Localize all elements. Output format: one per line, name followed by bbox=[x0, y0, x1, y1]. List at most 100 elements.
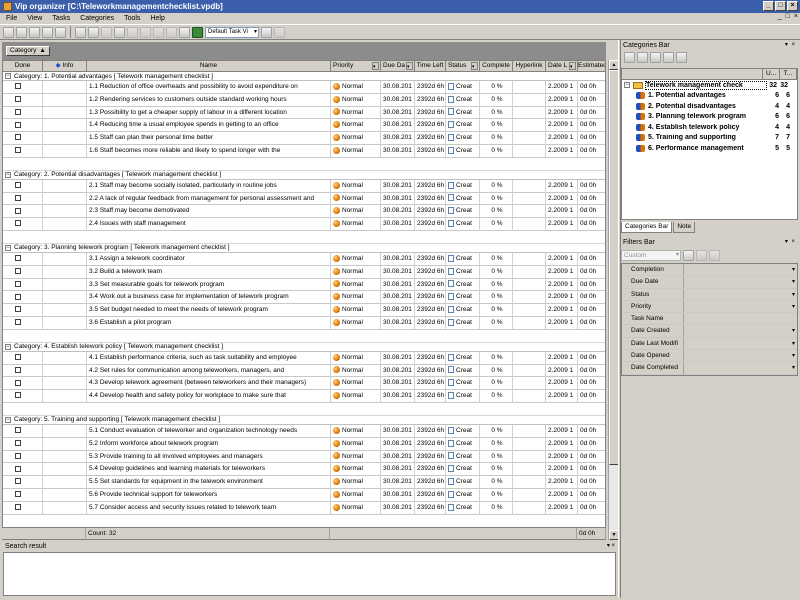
task-row[interactable]: 1.4 Reducing time a usual employee spend… bbox=[3, 119, 605, 133]
done-checkbox[interactable] bbox=[15, 121, 21, 128]
task-name[interactable]: 3.5 Set budget needed to meet the needs … bbox=[87, 304, 331, 317]
task-name[interactable]: 3.1 Assign a telework coordinator bbox=[87, 252, 331, 266]
new-category-icon[interactable] bbox=[624, 52, 635, 63]
filter-row[interactable]: Date Opened ▾ bbox=[622, 350, 797, 363]
complete-cell[interactable]: 0 % bbox=[480, 377, 513, 391]
tab-categories-bar[interactable]: Categories Bar bbox=[621, 222, 673, 233]
category-options-icon[interactable] bbox=[676, 52, 687, 63]
filter-value[interactable]: ▾ bbox=[684, 337, 797, 350]
due-date-cell[interactable]: 30.08.201 bbox=[381, 476, 415, 489]
search-result-list[interactable] bbox=[3, 552, 616, 596]
priority-cell[interactable]: Normal bbox=[331, 291, 381, 305]
due-date-cell[interactable]: 30.08.201 bbox=[381, 501, 415, 515]
apply-filter-icon[interactable] bbox=[683, 250, 694, 261]
doc-minimize-button[interactable]: _ bbox=[778, 13, 782, 20]
priority-cell[interactable]: Normal bbox=[331, 106, 381, 120]
column-header-estimated[interactable]: Estimated bbox=[578, 61, 605, 72]
done-checkbox[interactable] bbox=[15, 194, 21, 201]
hyperlink-cell[interactable] bbox=[513, 476, 546, 489]
complete-cell[interactable]: 0 % bbox=[480, 144, 513, 158]
hyperlink-cell[interactable] bbox=[513, 93, 546, 107]
status-cell[interactable]: Creat bbox=[446, 218, 480, 231]
chevron-down-icon[interactable]: ▾ bbox=[792, 339, 795, 349]
task-name[interactable]: 3.4 Work out a business case for impleme… bbox=[87, 291, 331, 305]
priority-cell[interactable]: Normal bbox=[331, 377, 381, 391]
hyperlink-cell[interactable] bbox=[513, 501, 546, 515]
task-name[interactable]: 1.2 Rendering services to customers outs… bbox=[87, 93, 331, 107]
category-item[interactable]: 2. Potential disadvantages 4 4 bbox=[622, 101, 797, 112]
task-row[interactable]: 5.3 Provide training to all involved emp… bbox=[3, 450, 605, 464]
column-header-status[interactable]: Status ▾ bbox=[446, 61, 480, 72]
task-name[interactable]: 4.2 Set rules for communication among te… bbox=[87, 364, 331, 378]
category-group-header[interactable]: − Category: 1. Potential advantages [ Tel… bbox=[3, 72, 605, 81]
task-row[interactable]: 5.2 Inform workforce about telework prog… bbox=[3, 437, 605, 451]
column-header-priority[interactable]: Priority ▾ bbox=[331, 61, 381, 72]
panel-controls[interactable]: ▾ × bbox=[785, 237, 796, 248]
task-name[interactable]: 5.2 Inform workforce about telework prog… bbox=[87, 437, 331, 451]
complete-cell[interactable]: 0 % bbox=[480, 179, 513, 193]
task-name[interactable]: 1.1 Reduction of office overheads and po… bbox=[87, 81, 331, 94]
priority-cell[interactable]: Normal bbox=[331, 304, 381, 317]
due-date-cell[interactable]: 30.08.201 bbox=[381, 179, 415, 193]
column-header-time-left[interactable]: Time Left bbox=[415, 61, 446, 72]
chevron-down-icon[interactable]: ▾ bbox=[792, 302, 795, 312]
complete-cell[interactable]: 0 % bbox=[480, 364, 513, 378]
minimize-button[interactable]: _ bbox=[763, 1, 774, 11]
clear-filter-icon[interactable] bbox=[709, 250, 720, 261]
priority-cell[interactable]: Normal bbox=[331, 119, 381, 133]
hyperlink-cell[interactable] bbox=[513, 304, 546, 317]
complete-cell[interactable]: 0 % bbox=[480, 119, 513, 133]
column-filter-dropdown[interactable]: ▾ bbox=[406, 62, 413, 70]
collapse-icon[interactable]: − bbox=[5, 73, 11, 79]
task-name[interactable]: 3.2 Build a telework team bbox=[87, 265, 331, 279]
task-row[interactable]: 3.6 Establish a pilot program Normal 30.08… bbox=[3, 316, 605, 330]
task-name[interactable]: 4.4 Develop health and safety policy for… bbox=[87, 390, 331, 403]
complete-cell[interactable]: 0 % bbox=[480, 437, 513, 451]
hyperlink-cell[interactable] bbox=[513, 437, 546, 451]
status-cell[interactable]: Creat bbox=[446, 351, 480, 365]
category-item[interactable]: 6. Performance management 5 5 bbox=[622, 143, 797, 154]
column-header-due-date[interactable]: Due Da ▾ bbox=[381, 61, 415, 72]
status-cell[interactable]: Creat bbox=[446, 463, 480, 477]
category-group-header[interactable]: − Category: 4. Establish telework policy … bbox=[3, 342, 605, 352]
complete-cell[interactable]: 0 % bbox=[480, 351, 513, 365]
hyperlink-cell[interactable] bbox=[513, 424, 546, 438]
filter-row[interactable]: Task Name bbox=[622, 313, 797, 326]
hyperlink-cell[interactable] bbox=[513, 377, 546, 391]
column-filter-dropdown[interactable]: ▾ bbox=[569, 62, 576, 70]
chevron-down-icon[interactable]: ▾ bbox=[792, 277, 795, 287]
column-header-complete[interactable]: Complete bbox=[480, 61, 513, 72]
complete-cell[interactable]: 0 % bbox=[480, 218, 513, 231]
status-cell[interactable]: Creat bbox=[446, 192, 480, 206]
due-date-cell[interactable]: 30.08.201 bbox=[381, 364, 415, 378]
complete-cell[interactable]: 0 % bbox=[480, 476, 513, 489]
complete-cell[interactable]: 0 % bbox=[480, 265, 513, 279]
done-checkbox[interactable] bbox=[15, 293, 21, 300]
collapse-icon[interactable]: − bbox=[5, 416, 11, 423]
due-date-cell[interactable]: 30.08.201 bbox=[381, 132, 415, 145]
status-cell[interactable]: Creat bbox=[446, 144, 480, 158]
done-checkbox[interactable] bbox=[15, 491, 21, 498]
hyperlink-cell[interactable] bbox=[513, 192, 546, 206]
task-name[interactable]: 3.3 Set measurable goals for telework pr… bbox=[87, 278, 331, 292]
grid-scrollbar[interactable]: ▲ ▼ bbox=[608, 60, 619, 540]
menu-help[interactable]: Help bbox=[150, 15, 164, 22]
complete-cell[interactable]: 0 % bbox=[480, 390, 513, 403]
done-checkbox[interactable] bbox=[15, 134, 21, 141]
status-cell[interactable]: Creat bbox=[446, 252, 480, 266]
column-filter-dropdown[interactable]: ▾ bbox=[471, 62, 478, 70]
priority-cell[interactable]: Normal bbox=[331, 81, 381, 94]
complete-cell[interactable]: 0 % bbox=[480, 278, 513, 292]
status-cell[interactable]: Creat bbox=[446, 119, 480, 133]
filter-value[interactable]: ▾ bbox=[684, 264, 797, 276]
task-row[interactable]: 2.4 Issues with staff management Normal 30… bbox=[3, 218, 605, 231]
category-item[interactable]: 4. Establish telework policy 4 4 bbox=[622, 122, 797, 133]
done-checkbox[interactable] bbox=[15, 255, 21, 262]
done-checkbox[interactable] bbox=[15, 427, 21, 434]
priority-cell[interactable]: Normal bbox=[331, 252, 381, 266]
edit-task-icon[interactable] bbox=[88, 26, 99, 38]
task-row[interactable]: 3.5 Set budget needed to meet the needs … bbox=[3, 304, 605, 317]
filter-value[interactable] bbox=[684, 313, 797, 325]
status-cell[interactable]: Creat bbox=[446, 424, 480, 438]
task-name[interactable]: 5.6 Provide technical support for telewo… bbox=[87, 488, 331, 502]
